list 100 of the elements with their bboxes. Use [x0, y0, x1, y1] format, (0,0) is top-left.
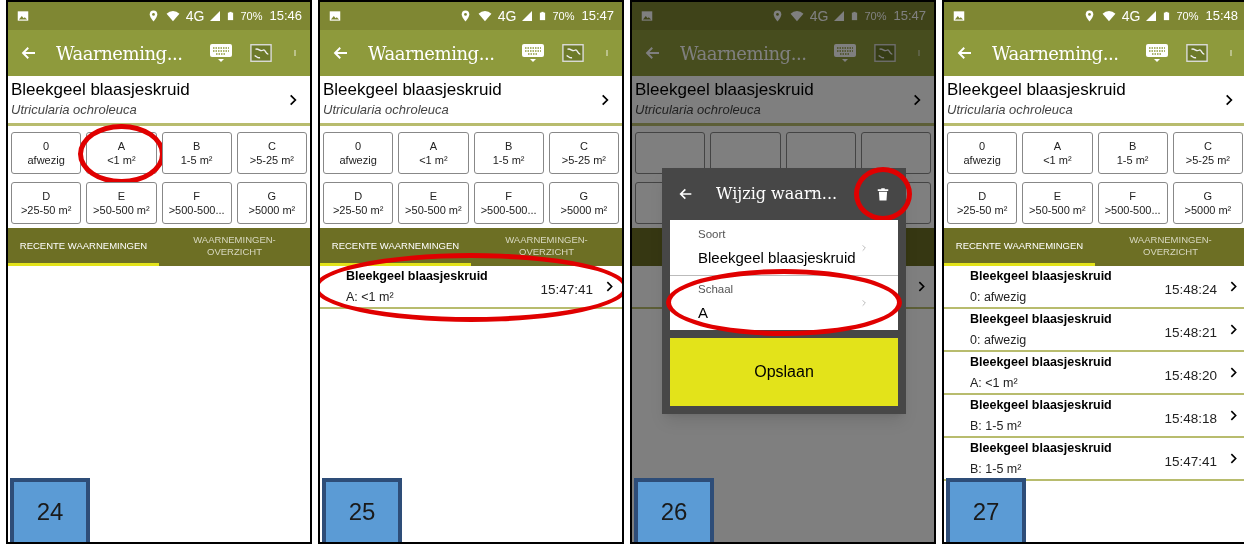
scale-button[interactable]: B 1-5 m²: [473, 132, 544, 174]
wifi-icon: [1100, 9, 1117, 23]
species-latin-name: Utricularia ochroleuca: [947, 101, 1074, 120]
wifi-icon: [788, 9, 805, 23]
scale-button[interactable]: F >500-500...: [1097, 182, 1168, 224]
field-label: Schaal: [698, 282, 735, 298]
battery-icon: [538, 9, 548, 23]
step-number-badge: 25: [322, 478, 402, 542]
clock: 15:48: [1205, 7, 1238, 26]
back-arrow-icon[interactable]: [678, 186, 694, 202]
network-type: 4G: [185, 6, 205, 26]
keyboard-icon[interactable]: [208, 41, 234, 65]
step-number-badge: 27: [946, 478, 1026, 542]
keyboard-icon[interactable]: [1144, 41, 1170, 65]
step-number-badge: 26: [634, 478, 714, 542]
field-value: Bleekgeel blaasjeskruid: [698, 247, 857, 268]
map-icon[interactable]: [1184, 42, 1210, 64]
scale-button[interactable]: A <1 m²: [398, 132, 469, 174]
dialog-field[interactable]: Schaal A: [670, 275, 898, 330]
observation-species: Bleekgeel blaasjeskruid: [346, 267, 489, 285]
scale-button[interactable]: D >25-50 m²: [11, 182, 82, 224]
species-name: Bleekgeel blaasjeskruid: [635, 79, 815, 101]
species-name: Bleekgeel blaasjeskruid: [323, 79, 503, 101]
image-icon: [952, 9, 966, 23]
map-icon[interactable]: [248, 42, 274, 64]
species-name: Bleekgeel blaasjeskruid: [11, 79, 191, 101]
clock: 15:47: [581, 7, 614, 26]
species-name: Bleekgeel blaasjeskruid: [947, 79, 1127, 101]
scale-button[interactable]: A <1 m²: [1022, 132, 1093, 174]
observation-time: 15:48:20: [1164, 367, 1217, 386]
observation-row[interactable]: Bleekgeel blaasjeskruid B: 1-5 m² 15:48:18: [944, 395, 1244, 438]
scale-button[interactable]: 0 afwezig: [11, 132, 82, 174]
observation-row[interactable]: Bleekgeel blaasjeskruid A: <1 m² 15:47:41: [320, 266, 622, 309]
wifi-icon: [476, 9, 493, 23]
image-icon: [640, 9, 654, 23]
observation-time: 15:48:18: [1164, 410, 1217, 429]
image-icon: [16, 9, 30, 23]
toolbar-title: Waarneming...: [56, 41, 183, 66]
dialog-field[interactable]: Soort Bleekgeel blaasjeskruid: [670, 220, 898, 275]
scale-button[interactable]: F >500-500...: [161, 182, 232, 224]
toolbar-title: Waarneming...: [680, 41, 807, 66]
step-number-badge: 24: [10, 478, 90, 542]
chevron-right-icon: [860, 297, 868, 309]
observation-scale: A: <1 m²: [970, 374, 1019, 392]
keyboard-icon[interactable]: [520, 41, 546, 65]
observation-row[interactable]: Bleekgeel blaasjeskruid A: <1 m² 15:48:20: [944, 352, 1244, 395]
observation-species: Bleekgeel blaasjeskruid: [970, 439, 1113, 457]
scale-button[interactable]: D >25-50 m²: [323, 182, 394, 224]
scale-button[interactable]: C >5-25 m²: [1172, 132, 1243, 174]
scale-button[interactable]: G >5000 m²: [548, 182, 619, 224]
wifi-icon: [164, 9, 181, 23]
scale-button[interactable]: 0 afwezig: [947, 132, 1018, 174]
observation-scale: B: 1-5 m²: [970, 417, 1023, 435]
image-icon: [328, 9, 342, 23]
field-label: Soort: [698, 226, 727, 242]
save-button[interactable]: Opslaan: [670, 338, 898, 406]
observation-species: Bleekgeel blaasjeskruid: [970, 310, 1113, 328]
clock: 15:46: [269, 7, 302, 26]
scale-button[interactable]: G >5000 m²: [1172, 182, 1243, 224]
observation-scale: 0: afwezig: [970, 331, 1028, 349]
map-icon[interactable]: [560, 42, 586, 64]
tab[interactable]: WAARNEMINGEN-OVERZICHT: [159, 228, 310, 266]
observation-row[interactable]: Bleekgeel blaasjeskruid 0: afwezig 15:48:24: [944, 266, 1244, 309]
scale-button[interactable]: E >50-500 m²: [86, 182, 157, 224]
signal-icon: [209, 10, 222, 22]
map-icon[interactable]: [872, 42, 898, 64]
observation-species: Bleekgeel blaasjeskruid: [970, 353, 1113, 371]
observation-scale: 0: afwezig: [970, 288, 1028, 306]
scale-button[interactable]: [635, 132, 706, 174]
scale-button[interactable]: 0 afwezig: [323, 132, 394, 174]
species-latin-name: Utricularia ochroleuca: [11, 101, 138, 120]
battery-level: 70%: [1176, 8, 1199, 24]
observation-species: Bleekgeel blaasjeskruid: [970, 267, 1113, 285]
observation-time: 15:48:21: [1164, 324, 1217, 343]
species-latin-name: Utricularia ochroleuca: [635, 101, 762, 120]
battery-icon: [850, 9, 860, 23]
observation-time: 15:47:41: [1164, 453, 1217, 472]
observation-time: 15:48:24: [1164, 281, 1217, 300]
keyboard-icon[interactable]: [832, 41, 858, 65]
tab[interactable]: WAARNEMINGEN-OVERZICHT: [1095, 228, 1244, 266]
scale-button[interactable]: C >5-25 m²: [548, 132, 619, 174]
scale-button[interactable]: E >50-500 m²: [1022, 182, 1093, 224]
network-type: 4G: [497, 6, 517, 26]
scale-button[interactable]: B 1-5 m²: [1097, 132, 1168, 174]
scale-button[interactable]: B 1-5 m²: [161, 132, 232, 174]
scale-button[interactable]: D >25-50 m²: [947, 182, 1018, 224]
dialog-title: Wijzig waarn...: [716, 183, 839, 205]
scale-button[interactable]: E >50-500 m²: [398, 182, 469, 224]
scale-button[interactable]: C >5-25 m²: [236, 132, 307, 174]
scale-button[interactable]: G >5000 m²: [236, 182, 307, 224]
field-value: A: [698, 303, 709, 324]
observation-scale: A: <1 m²: [346, 288, 395, 306]
battery-level: 70%: [864, 8, 887, 24]
observation-time: 15:47:41: [540, 281, 593, 300]
delete-icon[interactable]: [876, 185, 890, 203]
tab[interactable]: WAARNEMINGEN-OVERZICHT: [471, 228, 622, 266]
scale-button[interactable]: A <1 m²: [86, 132, 157, 174]
scale-button[interactable]: F >500-500...: [473, 182, 544, 224]
scale-button[interactable]: [860, 132, 931, 174]
observation-row[interactable]: Bleekgeel blaasjeskruid 0: afwezig 15:48:21: [944, 309, 1244, 352]
